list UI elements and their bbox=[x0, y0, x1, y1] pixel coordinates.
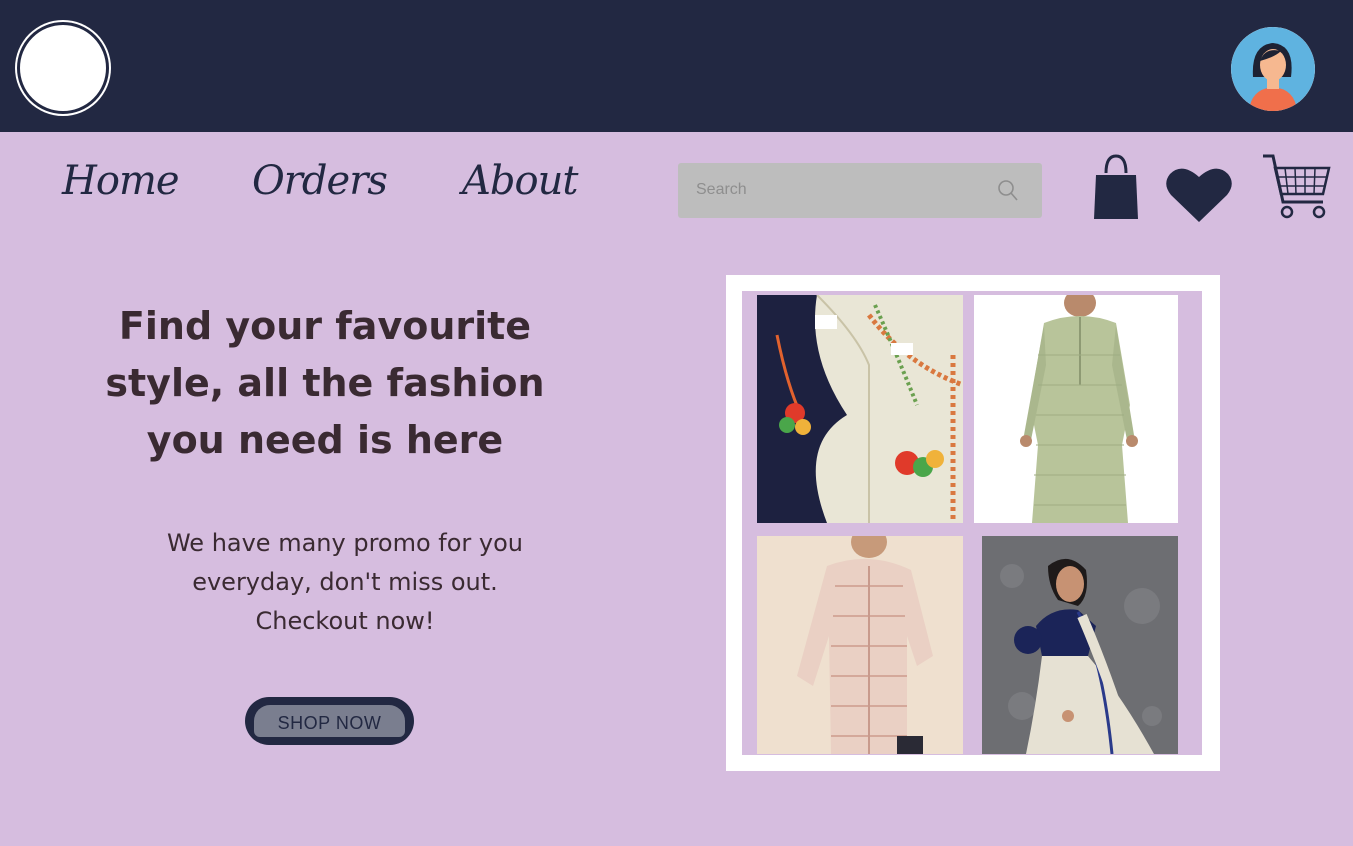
product-photo-kurta[interactable] bbox=[974, 295, 1178, 523]
shopping-bag-icon[interactable] bbox=[1092, 153, 1140, 225]
top-header bbox=[0, 0, 1353, 132]
hero-title-line: style, all the fashion bbox=[105, 361, 545, 405]
hero-subtitle-line: Checkout now! bbox=[255, 607, 435, 635]
logo[interactable] bbox=[17, 22, 109, 114]
search-input[interactable] bbox=[696, 177, 976, 203]
product-photo-saree[interactable] bbox=[982, 536, 1178, 754]
avatar-icon bbox=[1231, 27, 1315, 111]
product-collage bbox=[726, 275, 1220, 771]
nav-about[interactable]: About bbox=[462, 158, 578, 204]
search-box[interactable] bbox=[678, 163, 1042, 218]
collage-grid bbox=[742, 291, 1202, 755]
hero-subtitle-line: We have many promo for you bbox=[166, 529, 524, 557]
shop-now-label: SHOP NOW bbox=[277, 713, 382, 733]
hero-title-line: you need is here bbox=[146, 418, 504, 462]
product-photo-shirt[interactable] bbox=[757, 536, 963, 754]
hero-subtitle: We have many promo for you everyday, don… bbox=[130, 524, 560, 641]
cart-icon[interactable] bbox=[1261, 152, 1333, 226]
hero-title-line: Find your favourite bbox=[118, 304, 532, 348]
user-avatar[interactable] bbox=[1231, 27, 1315, 111]
nav-home[interactable]: Home bbox=[62, 158, 180, 204]
hero-title: Find your favourite style, all the fashi… bbox=[60, 298, 590, 469]
shop-now-button[interactable]: SHOP NOW bbox=[245, 697, 414, 745]
nav-orders[interactable]: Orders bbox=[252, 158, 388, 204]
product-photo-kurtis[interactable] bbox=[757, 295, 963, 523]
search-icon[interactable] bbox=[996, 178, 1020, 208]
hero-subtitle-line: everyday, don't miss out. bbox=[192, 568, 498, 596]
heart-icon[interactable] bbox=[1165, 165, 1233, 227]
